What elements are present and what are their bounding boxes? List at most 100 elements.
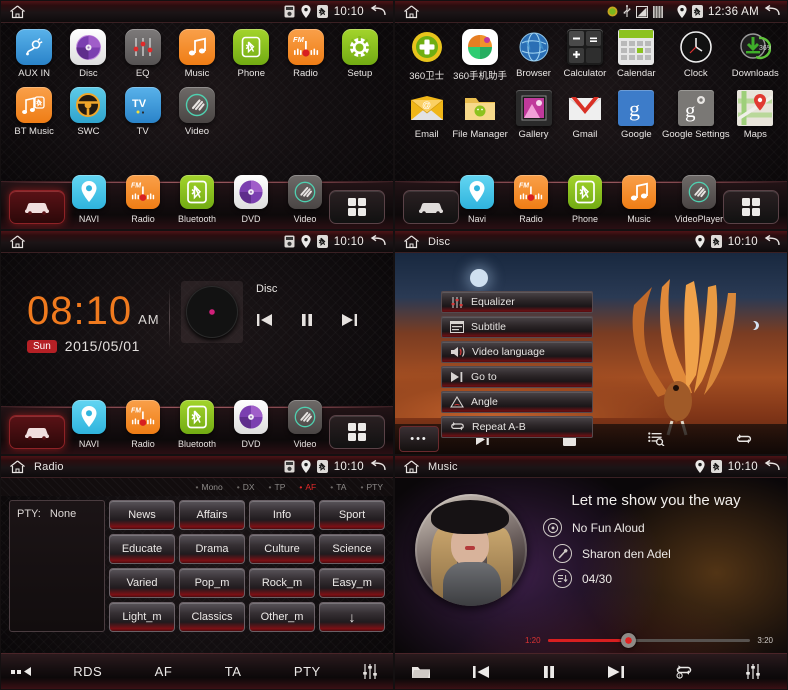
app-bt-music[interactable]: BT Music bbox=[7, 87, 61, 137]
pty-button[interactable]: News bbox=[109, 500, 175, 530]
app-eq[interactable]: EQ bbox=[116, 29, 170, 79]
equalizer-icon[interactable] bbox=[744, 663, 762, 680]
dock-item-radio[interactable]: FM Radio bbox=[510, 175, 552, 227]
back-icon[interactable] bbox=[370, 5, 387, 18]
app-email[interactable]: @ Email bbox=[401, 90, 452, 140]
pty-button[interactable]: Drama bbox=[179, 534, 245, 564]
dock-item-radio[interactable]: FM Radio bbox=[122, 400, 164, 452]
dock-item-navi[interactable]: Navi bbox=[456, 175, 498, 227]
pause-icon[interactable] bbox=[542, 665, 556, 679]
back-icon[interactable] bbox=[370, 460, 387, 473]
pty-page-down-button[interactable]: ↓ bbox=[319, 602, 385, 632]
app-downloads[interactable]: 36% Downloads bbox=[730, 29, 781, 82]
progress-track[interactable] bbox=[547, 633, 751, 648]
home-icon[interactable] bbox=[401, 459, 421, 475]
dock-item-navi[interactable]: NAVI bbox=[68, 400, 110, 452]
dock-item-phone[interactable]: Phone bbox=[564, 175, 606, 227]
app-phone[interactable]: Phone bbox=[224, 29, 278, 79]
menu-item-subtitle[interactable]: Subtitle bbox=[441, 316, 593, 338]
menu-item-repeat-ab[interactable]: Repeat A-B bbox=[441, 416, 593, 438]
home-icon[interactable] bbox=[401, 234, 421, 250]
back-icon[interactable] bbox=[370, 235, 387, 248]
pty-button[interactable]: Info bbox=[249, 500, 315, 530]
dock-item-video[interactable]: Video bbox=[284, 400, 326, 452]
app-360-guard[interactable]: 360卫士 bbox=[401, 29, 452, 82]
app-disc[interactable]: Disc bbox=[61, 29, 115, 79]
app-swc[interactable]: SWC bbox=[61, 87, 115, 137]
app-clock[interactable]: Clock bbox=[662, 29, 730, 82]
more-dots-icon[interactable]: ••• bbox=[399, 426, 439, 452]
tab-af[interactable]: AF bbox=[155, 664, 173, 679]
app-360-assistant[interactable]: 360手机助手 bbox=[452, 29, 507, 82]
back-icon[interactable] bbox=[764, 460, 781, 473]
pause-icon[interactable] bbox=[300, 313, 314, 327]
clock-widget[interactable]: 08:10 AM Sun 2015/05/01 bbox=[27, 291, 160, 354]
playlist-search-icon[interactable] bbox=[613, 432, 700, 446]
pty-button[interactable]: Easy_m bbox=[319, 568, 385, 598]
pty-button[interactable]: Culture bbox=[249, 534, 315, 564]
app-gmail[interactable]: Gmail bbox=[559, 90, 610, 140]
app-label: Gmail bbox=[572, 129, 598, 140]
pty-button[interactable]: Other_m bbox=[249, 602, 315, 632]
app-radio[interactable]: FM Radio bbox=[278, 29, 332, 79]
prev-track-icon[interactable] bbox=[256, 313, 274, 327]
app-music[interactable]: Music bbox=[170, 29, 224, 79]
dock-item-radio[interactable]: FM Radio bbox=[122, 175, 164, 227]
repeat-icon[interactable] bbox=[700, 433, 787, 446]
back-icon[interactable] bbox=[764, 235, 781, 248]
pty-button[interactable]: Rock_m bbox=[249, 568, 315, 598]
fm-radio-icon: FM bbox=[126, 400, 160, 434]
app-file-manager[interactable]: File Manager bbox=[452, 90, 508, 140]
home-icon[interactable] bbox=[7, 459, 27, 475]
next-track-icon[interactable] bbox=[340, 313, 358, 327]
pty-button[interactable]: Science bbox=[319, 534, 385, 564]
menu-item-angle[interactable]: Angle bbox=[441, 391, 593, 413]
app-label: Phone bbox=[237, 68, 266, 79]
dock-item-videoplayer[interactable]: VideoPlayer bbox=[672, 175, 726, 227]
pty-button[interactable]: Varied bbox=[109, 568, 175, 598]
menu-item-video-language[interactable]: Video language bbox=[441, 341, 593, 363]
app-tv[interactable]: TV TV bbox=[116, 87, 170, 137]
app-gallery[interactable]: Gallery bbox=[508, 90, 559, 140]
now-playing-art[interactable] bbox=[181, 281, 243, 343]
repeat-one-icon[interactable]: 1 bbox=[675, 664, 693, 679]
dock-item-video[interactable]: Video bbox=[284, 175, 326, 227]
app-calendar[interactable]: Calendar bbox=[611, 29, 662, 82]
app-calculator[interactable]: Calculator bbox=[559, 29, 610, 82]
tab-pty[interactable]: PTY bbox=[294, 664, 321, 679]
tab-rds[interactable]: RDS bbox=[73, 664, 102, 679]
back-icon[interactable] bbox=[764, 5, 781, 18]
menu-item-equalizer[interactable]: Equalizer bbox=[441, 291, 593, 313]
app-google-settings[interactable]: g Google Settings bbox=[662, 90, 730, 140]
pty-button[interactable]: Sport bbox=[319, 500, 385, 530]
app-aux-in[interactable]: AUX IN bbox=[7, 29, 61, 79]
pty-button[interactable]: Affairs bbox=[179, 500, 245, 530]
menu-item-go-to[interactable]: Go to bbox=[441, 366, 593, 388]
home-icon[interactable] bbox=[7, 4, 27, 20]
dock-item-dvd[interactable]: DVD bbox=[230, 175, 272, 227]
svg-text:g: g bbox=[685, 98, 696, 122]
dock-item-dvd[interactable]: DVD bbox=[230, 400, 272, 452]
equalizer-icon[interactable] bbox=[347, 663, 393, 680]
pty-button[interactable]: Pop_m bbox=[179, 568, 245, 598]
pty-button[interactable]: Classics bbox=[179, 602, 245, 632]
tab-ta[interactable]: TA bbox=[225, 664, 242, 679]
app-google[interactable]: g Google bbox=[611, 90, 662, 140]
playback-progress[interactable]: 1:20 3:20 bbox=[525, 633, 773, 648]
back-arrow-icon[interactable] bbox=[1, 666, 47, 677]
dock-item-navi[interactable]: NAVI bbox=[68, 175, 110, 227]
app-setup[interactable]: Setup bbox=[333, 29, 387, 79]
dock-item-music[interactable]: Music bbox=[618, 175, 660, 227]
dock-item-bluetooth[interactable]: Bluetooth bbox=[176, 400, 218, 452]
next-track-icon[interactable] bbox=[606, 665, 625, 679]
home-icon[interactable] bbox=[401, 4, 421, 20]
pty-button[interactable]: Educate bbox=[109, 534, 175, 564]
app-video[interactable]: Video bbox=[170, 87, 224, 137]
app-maps[interactable]: Maps bbox=[730, 90, 781, 140]
prev-track-icon[interactable] bbox=[472, 665, 491, 679]
home-icon[interactable] bbox=[7, 234, 27, 250]
pty-button[interactable]: Light_m bbox=[109, 602, 175, 632]
app-browser[interactable]: Browser bbox=[508, 29, 559, 82]
dock-item-bluetooth[interactable]: Bluetooth bbox=[176, 175, 218, 227]
folder-icon[interactable] bbox=[395, 664, 447, 680]
